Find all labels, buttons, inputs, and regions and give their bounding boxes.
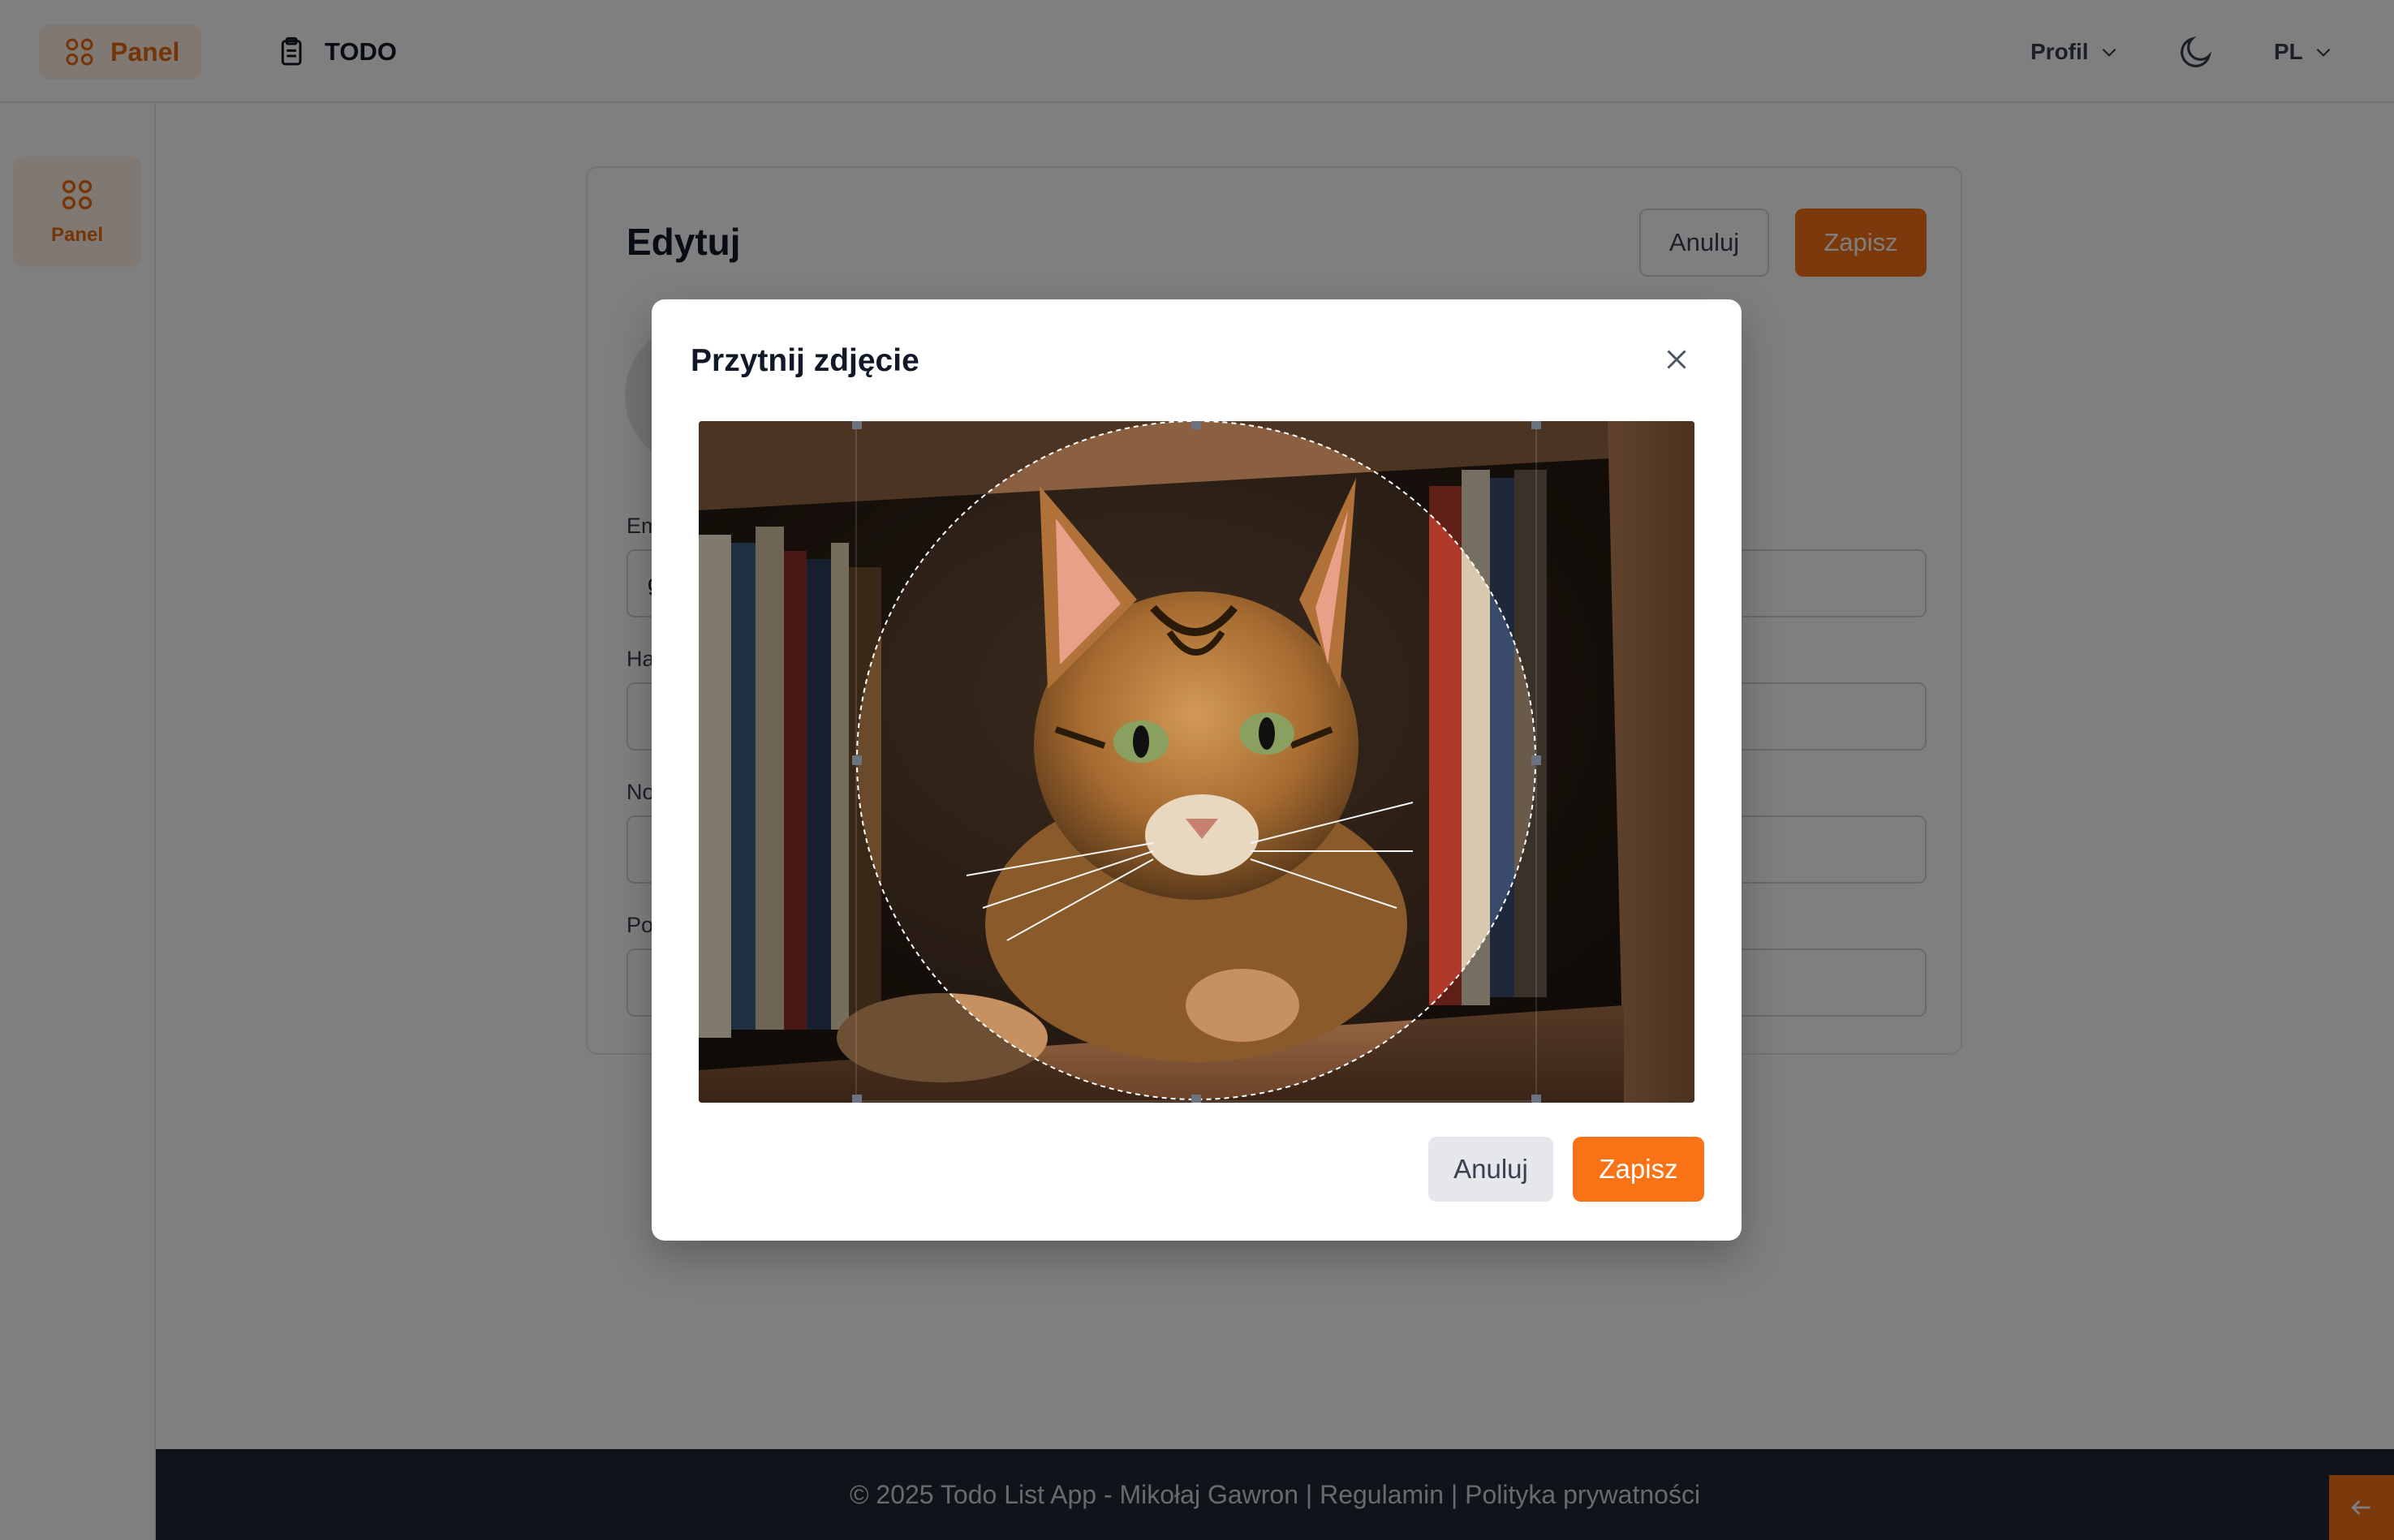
crop-area[interactable] bbox=[699, 421, 1694, 1103]
close-icon bbox=[1667, 350, 1686, 369]
close-button[interactable] bbox=[1654, 337, 1699, 382]
modal-save-button[interactable]: Zapisz bbox=[1573, 1137, 1704, 1202]
crop-handle[interactable] bbox=[1191, 421, 1201, 429]
crop-handle[interactable] bbox=[1531, 421, 1541, 429]
crop-handle[interactable] bbox=[852, 1095, 862, 1103]
crop-photo-modal: Przytnij zdjęcie Anuluj Zapisz bbox=[652, 299, 1742, 1241]
crop-handle[interactable] bbox=[852, 421, 862, 429]
crop-handle[interactable] bbox=[1531, 755, 1541, 765]
modal-title: Przytnij zdjęcie bbox=[691, 343, 919, 378]
cat-photo bbox=[699, 421, 1694, 1103]
modal-cancel-button[interactable]: Anuluj bbox=[1428, 1137, 1553, 1202]
crop-handle[interactable] bbox=[1531, 1095, 1541, 1103]
crop-handle[interactable] bbox=[852, 755, 862, 765]
crop-handle[interactable] bbox=[1191, 1095, 1201, 1103]
